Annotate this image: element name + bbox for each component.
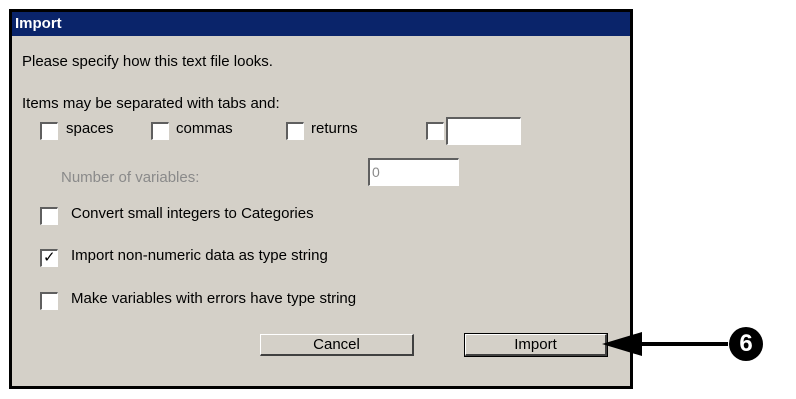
custom-separator-checkbox[interactable] (426, 122, 444, 140)
returns-label: returns (311, 120, 358, 137)
checkmark-icon: ✓ (43, 248, 56, 266)
import-dialog: Import Please specify how this text file… (9, 9, 633, 389)
callout-number-badge: 6 (729, 327, 763, 361)
callout-arrow-icon (602, 332, 642, 356)
import-nonnumeric-checkbox[interactable]: ✓ (40, 248, 58, 267)
spaces-checkbox[interactable] (40, 122, 58, 140)
separator-label: Items may be separated with tabs and: (22, 95, 280, 112)
instruction-text: Please specify how this text file looks. (22, 53, 273, 70)
convert-integers-checkbox[interactable] (40, 207, 58, 225)
errors-string-label: Make variables with errors have type str… (71, 290, 357, 307)
errors-string-checkbox[interactable] (40, 292, 58, 310)
custom-separator-input[interactable] (446, 117, 521, 145)
spaces-label: spaces (66, 120, 114, 137)
callout-line (640, 342, 728, 346)
convert-integers-label: Convert small integers to Categories (71, 205, 314, 222)
dialog-title: Import (12, 12, 630, 36)
import-button[interactable]: Import (464, 333, 608, 357)
returns-checkbox[interactable] (286, 122, 304, 140)
num-variables-input[interactable]: 0 (368, 158, 459, 186)
commas-label: commas (176, 120, 233, 137)
import-nonnumeric-label: Import non-numeric data as type string (71, 247, 328, 264)
commas-checkbox[interactable] (151, 122, 169, 140)
num-variables-label: Number of variables: (61, 169, 200, 186)
cancel-button[interactable]: Cancel (260, 334, 414, 356)
